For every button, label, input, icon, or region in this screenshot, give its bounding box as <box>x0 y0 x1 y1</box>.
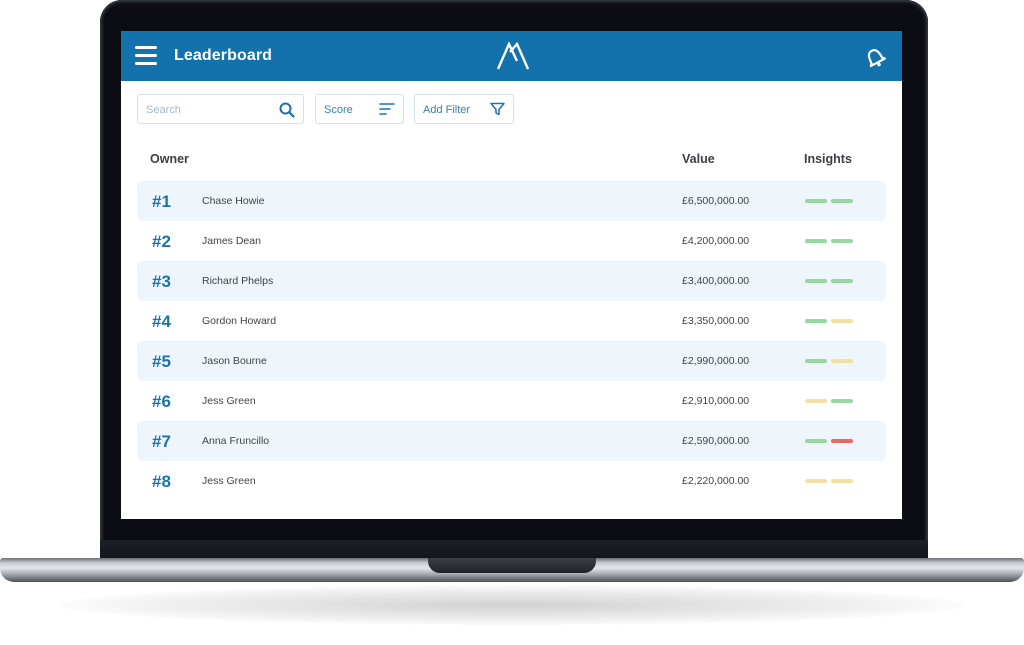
insight-indicator-red <box>831 439 853 443</box>
owner-name: Anna Fruncillo <box>202 435 270 447</box>
insight-indicator-green <box>805 319 827 323</box>
table-row[interactable]: #5 Jason Bourne £2,990,000.00 <box>137 341 886 381</box>
insight-indicator-green <box>805 279 827 283</box>
sort-label: Score <box>324 104 353 116</box>
brand-logo-icon <box>496 42 530 70</box>
table-row[interactable]: #4 Gordon Howard £3,350,000.00 <box>137 301 886 341</box>
table-row[interactable]: #6 Jess Green £2,910,000.00 <box>137 381 886 421</box>
owner-value: £4,200,000.00 <box>682 235 750 247</box>
insight-indicator-yellow <box>831 359 853 363</box>
rank-label: #4 <box>152 312 171 331</box>
laptop-shadow <box>60 585 964 625</box>
owner-value: £6,500,000.00 <box>682 195 750 207</box>
insight-indicator-green <box>805 239 827 243</box>
table-row[interactable]: #2 James Dean £4,200,000.00 <box>137 221 886 261</box>
owner-name: James Dean <box>202 235 261 247</box>
rank-label: #6 <box>152 392 171 411</box>
column-header-insights[interactable]: Insights <box>804 152 852 166</box>
insight-indicator-green <box>831 399 853 403</box>
owner-value: £2,220,000.00 <box>682 475 750 487</box>
rank-label: #7 <box>152 432 171 451</box>
search-input[interactable]: Search <box>137 94 304 124</box>
page-title: Leaderboard <box>174 47 273 64</box>
owner-name: Jason Bourne <box>202 355 267 367</box>
sort-lines-icon <box>379 103 395 115</box>
table-row[interactable]: #3 Richard Phelps £3,400,000.00 <box>137 261 886 301</box>
insight-indicator-yellow <box>805 479 827 483</box>
owner-value: £2,910,000.00 <box>682 395 750 407</box>
top-bar: Leaderboard <box>121 31 902 81</box>
insight-indicator-green <box>831 279 853 283</box>
owner-name: Jess Green <box>202 395 256 407</box>
filter-label: Add Filter <box>423 104 471 116</box>
app-screen: Leaderboard Search Score Add Filter Owne… <box>121 31 902 519</box>
add-filter-button[interactable]: Add Filter <box>414 94 514 124</box>
insight-indicator-green <box>805 359 827 363</box>
owner-value: £3,400,000.00 <box>682 275 750 287</box>
bell-icon[interactable] <box>863 45 887 69</box>
search-placeholder: Search <box>146 104 181 116</box>
owner-name: Chase Howie <box>202 195 265 207</box>
owner-name: Jess Green <box>202 475 256 487</box>
table-row[interactable]: #1 Chase Howie £6,500,000.00 <box>137 181 886 221</box>
owner-name: Gordon Howard <box>202 315 277 327</box>
column-header-value[interactable]: Value <box>682 152 715 166</box>
rank-label: #2 <box>152 232 171 251</box>
rank-label: #3 <box>152 272 171 291</box>
owner-value: £3,350,000.00 <box>682 315 750 327</box>
insight-indicator-yellow <box>831 319 853 323</box>
insight-indicator-yellow <box>831 479 853 483</box>
funnel-icon <box>490 102 505 116</box>
laptop-base-notch <box>428 558 596 573</box>
table-row[interactable]: #7 Anna Fruncillo £2,590,000.00 <box>137 421 886 461</box>
rank-label: #1 <box>152 192 171 211</box>
insight-indicator-green <box>805 199 827 203</box>
insight-indicator-yellow <box>805 399 827 403</box>
column-header-owner[interactable]: Owner <box>150 152 189 166</box>
rank-label: #5 <box>152 352 171 371</box>
insight-indicator-green <box>805 439 827 443</box>
insight-indicator-green <box>831 239 853 243</box>
owner-value: £2,590,000.00 <box>682 435 750 447</box>
sort-dropdown[interactable]: Score <box>315 94 404 124</box>
rank-label: #8 <box>152 472 171 491</box>
hamburger-menu-icon[interactable] <box>135 46 157 66</box>
search-icon[interactable] <box>279 102 295 118</box>
insight-indicator-green <box>831 199 853 203</box>
table-row[interactable]: #8 Jess Green £2,220,000.00 <box>137 461 886 501</box>
owner-value: £2,990,000.00 <box>682 355 750 367</box>
owner-name: Richard Phelps <box>202 275 274 287</box>
